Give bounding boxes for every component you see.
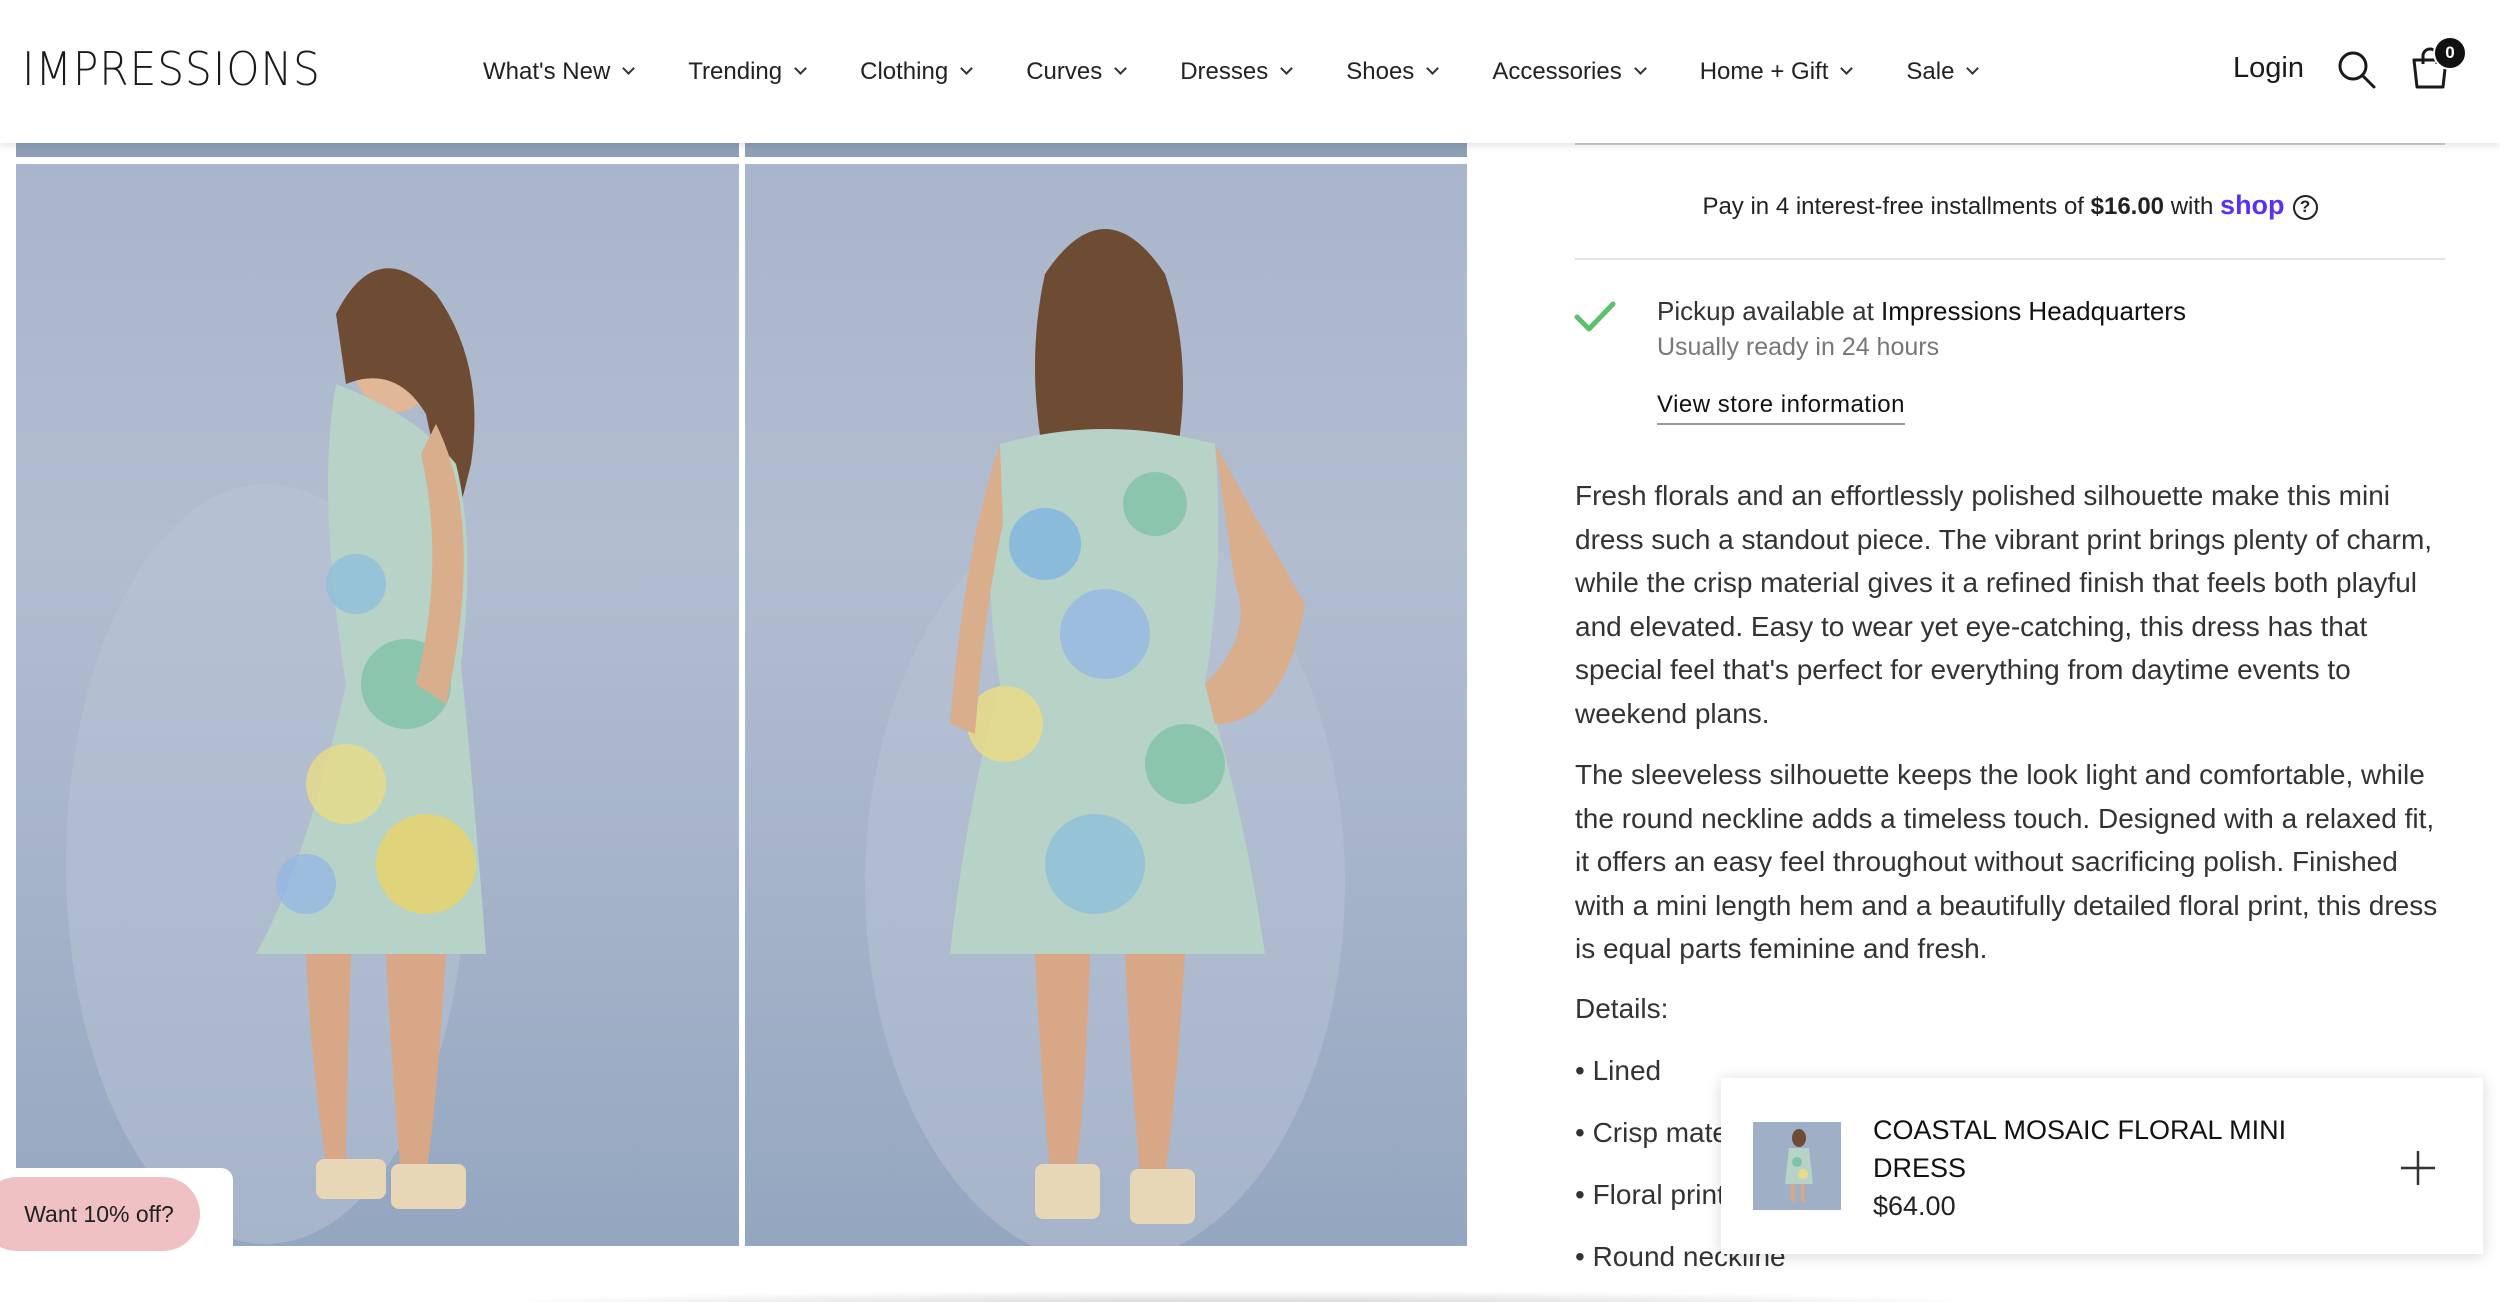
sticky-product-price: $64.00 [1873, 1191, 1956, 1221]
nav-item-label: Sale [1906, 57, 1955, 85]
chevron-down-icon [1966, 62, 1980, 75]
check-icon [1574, 301, 1616, 332]
gallery-thumb-strip [745, 143, 1467, 157]
product-description-paragraph: The sleeveless silhouette keeps the look… [1575, 759, 2438, 965]
detail-item: • Lined [1575, 1055, 1662, 1086]
nav-item-dresses[interactable]: Dresses [1180, 57, 1294, 86]
product-thumbnail [1753, 1122, 1841, 1210]
details-heading: Details: [1575, 993, 1669, 1024]
nav-item-label: Home + Gift [1699, 57, 1829, 85]
nav-item-label: What's New [483, 57, 611, 85]
help-icon[interactable]: ? [2292, 195, 2318, 221]
installments-text-with: with [2164, 193, 2221, 220]
sticky-add-to-cart: COASTAL MOSAIC FLORAL MINI DRESS $64.00 [1721, 1078, 2483, 1254]
installment-amount: $16.00 [2090, 193, 2165, 220]
gallery-thumb-strip [16, 143, 739, 157]
chevron-down-icon [622, 62, 636, 75]
chevron-down-icon [1114, 62, 1128, 75]
nav-item-label: Shoes [1346, 57, 1415, 85]
installments-row: Pay in 4 interest-free installments of $… [1575, 190, 2445, 221]
cart-count-badge: 0 [2433, 36, 2467, 70]
detail-item: • Floral print [1575, 1179, 1725, 1210]
pickup-location: Impressions Headquarters [1881, 296, 2186, 326]
nav-item-label: Clothing [860, 57, 949, 85]
installments-text: Pay in 4 interest-free installments of [1702, 193, 2091, 220]
pickup-prefix: Pickup available at [1657, 296, 1882, 326]
nav-item-label: Curves [1026, 57, 1103, 85]
site-header: IMPRESSIONS What's New Trending Clothing… [0, 0, 2500, 143]
chevron-down-icon [1280, 62, 1294, 75]
detail-item: • Crisp mate [1575, 1117, 1728, 1148]
chevron-down-icon [1426, 62, 1440, 75]
product-photo-back[interactable] [745, 164, 1467, 1246]
chevron-down-icon [794, 62, 807, 75]
nav-item-label: Accessories [1492, 57, 1622, 85]
brand-logo[interactable]: IMPRESSIONS [22, 42, 321, 96]
nav-item-curves[interactable]: Curves [1026, 57, 1128, 86]
shop-pay-logo[interactable]: shop [2220, 190, 2285, 220]
chevron-down-icon [1840, 62, 1854, 75]
discount-tab: Want 10% off? [0, 1168, 233, 1252]
nav-item-label: Dresses [1180, 57, 1269, 85]
nav-item-home-gift[interactable]: Home + Gift [1699, 57, 1854, 86]
nav-item-label: Trending [688, 57, 783, 85]
section-divider [1575, 143, 2445, 145]
nav-item-shoes[interactable]: Shoes [1346, 57, 1440, 86]
plus-icon[interactable] [2399, 1149, 2437, 1187]
nav-item-clothing[interactable]: Clothing [860, 57, 974, 86]
main-nav: What's New Trending Clothing Curves Dres… [483, 0, 2032, 143]
product-description-paragraph: Fresh florals and an effortlessly polish… [1575, 480, 2433, 729]
discount-button[interactable]: Want 10% off? [0, 1177, 200, 1251]
chevron-down-icon [1633, 62, 1647, 75]
nav-item-whats-new[interactable]: What's New [483, 57, 636, 86]
sticky-product-title: COASTAL MOSAIC FLORAL MINI DRESS [1873, 1115, 2287, 1183]
view-store-info-link[interactable]: View store information [1657, 391, 1905, 425]
nav-item-sale[interactable]: Sale [1906, 57, 1980, 86]
product-photo-side[interactable] [16, 164, 739, 1246]
nav-item-accessories[interactable]: Accessories [1492, 57, 1647, 86]
chevron-down-icon [960, 62, 974, 75]
nav-item-trending[interactable]: Trending [688, 57, 807, 86]
bottom-shadow [440, 1290, 2040, 1302]
pickup-ready-time: Usually ready in 24 hours [1657, 333, 1940, 361]
pickup-availability: Pickup available at Impressions Headquar… [1657, 296, 2186, 327]
section-divider [1575, 258, 2445, 260]
search-icon[interactable] [2337, 50, 2377, 90]
login-link[interactable]: Login [2233, 52, 2304, 85]
